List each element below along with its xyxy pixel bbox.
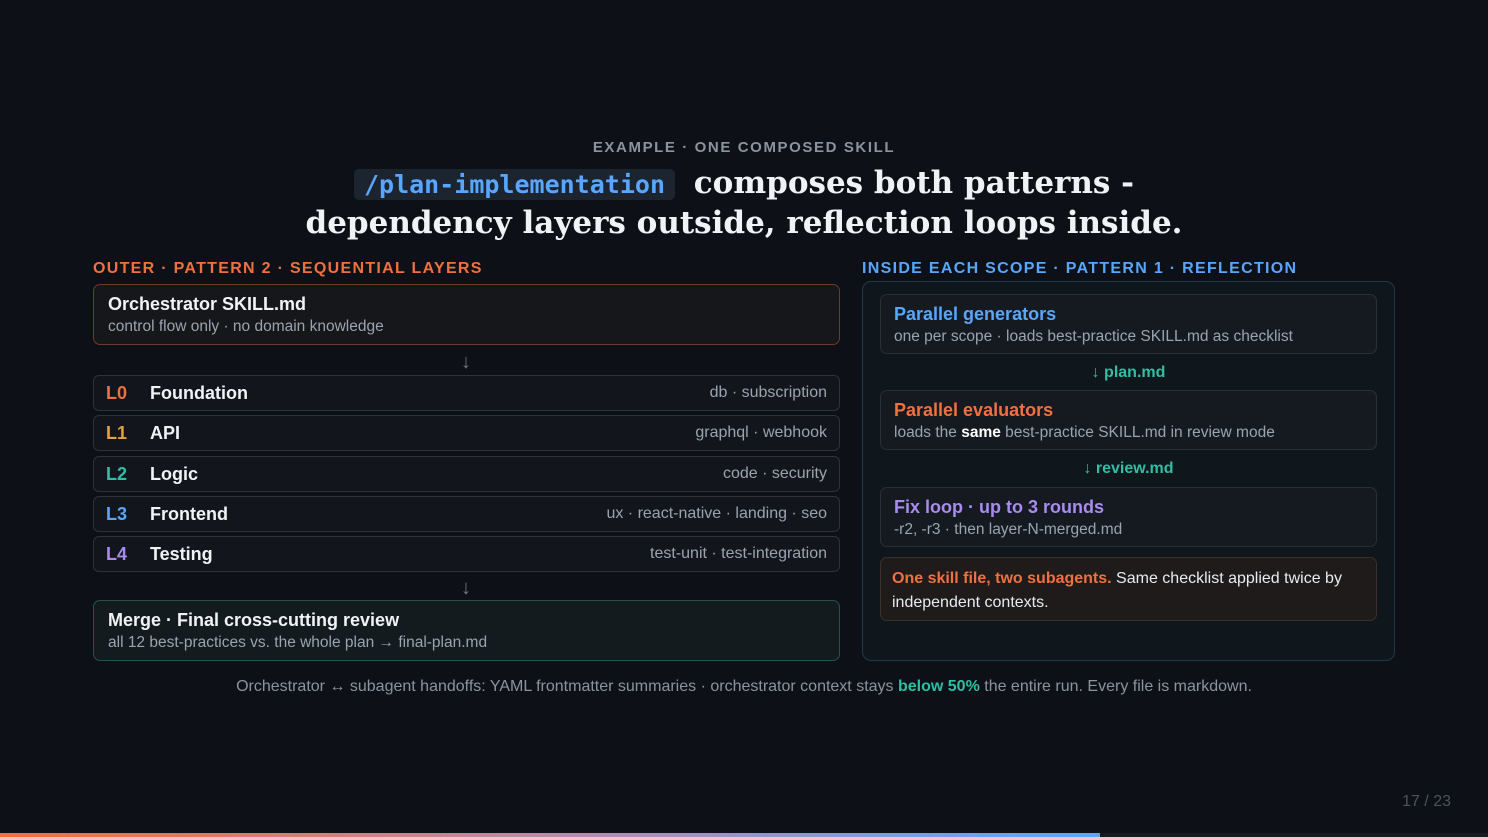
layer-code: L0 xyxy=(106,382,128,403)
headline-line-1: /plan-implementation composes both patte… xyxy=(0,164,1488,204)
callout-highlight: One skill file, two subagents. xyxy=(892,570,1112,587)
headline-line-2: dependency layers outside, reflection lo… xyxy=(305,205,1183,241)
right-section-label: INSIDE EACH SCOPE · PATTERN 1 · REFLECTI… xyxy=(862,260,1298,277)
footer-highlight: below 50% xyxy=(897,678,980,695)
layer-name: Foundation xyxy=(150,382,248,403)
down-arrow-icon: ↓ xyxy=(461,351,471,373)
evaluators-subtitle-post: best-practice SKILL.md in review mode xyxy=(1000,424,1275,441)
footer-text-pre: Orchestrator ↔ subagent handoffs: YAML f… xyxy=(236,678,898,695)
layer-tags: code · security xyxy=(722,465,827,482)
progress-bar-fill xyxy=(0,833,1100,837)
left-section-label: OUTER · PATTERN 2 · SEQUENTIAL LAYERS xyxy=(93,260,483,277)
footer-text-post: the entire run. Every file is markdown. xyxy=(979,678,1252,695)
layer-tags: test-unit · test-integration xyxy=(650,545,827,562)
merge-card: Merge · Final cross-cutting review all 1… xyxy=(93,600,840,661)
merge-subtitle: all 12 best-practices vs. the whole plan… xyxy=(108,634,488,651)
fix-loop-subtitle: -r2, -r3 · then layer-N-merged.md xyxy=(894,521,1123,538)
evaluators-title: Parallel evaluators xyxy=(894,400,1054,420)
generators-subtitle: one per scope · loads best-practice SKIL… xyxy=(894,328,1293,345)
layer-name: Testing xyxy=(150,543,213,564)
orchestrator-title: Orchestrator SKILL.md xyxy=(108,294,307,314)
slide-headline: /plan-implementation composes both patte… xyxy=(0,164,1488,242)
fix-loop-card: Fix loop · up to 3 rounds -r2, -r3 · the… xyxy=(880,487,1377,547)
layer-row-l1: L1 API graphql · webhook xyxy=(93,415,840,451)
plan-md-flow-label: ↓ plan.md xyxy=(1091,364,1166,381)
layer-code: L1 xyxy=(106,422,128,443)
slide-eyebrow: EXAMPLE · ONE COMPOSED SKILL xyxy=(592,139,896,156)
layer-name: Logic xyxy=(150,463,198,484)
layer-row-l3: L3 Frontend ux · react-native · landing … xyxy=(93,496,840,532)
layer-row-l0: L0 Foundation db · subscription xyxy=(93,375,840,411)
down-arrow-icon: ↓ xyxy=(461,577,471,599)
layer-code: L3 xyxy=(106,503,128,524)
evaluators-subtitle-emphasis: same xyxy=(961,424,1001,441)
evaluators-card: Parallel evaluators loads the same best-… xyxy=(880,390,1377,450)
layer-tags: graphql · webhook xyxy=(695,424,827,441)
layer-code: L2 xyxy=(106,463,128,484)
orchestrator-subtitle: control flow only · no domain knowledge xyxy=(108,318,384,335)
footer-note: Orchestrator ↔ subagent handoffs: YAML f… xyxy=(0,678,1488,696)
layer-row-l2: L2 Logic code · security xyxy=(93,456,840,492)
headline-line-1-text: composes both patterns - xyxy=(683,165,1135,201)
command-code: /plan-implementation xyxy=(353,169,675,200)
fix-loop-title: Fix loop · up to 3 rounds xyxy=(894,497,1104,517)
review-md-flow-label: ↓ review.md xyxy=(1083,460,1174,477)
orchestrator-card: Orchestrator SKILL.md control flow only … xyxy=(93,284,840,345)
evaluators-subtitle: loads the same best-practice SKILL.md in… xyxy=(894,424,1363,442)
merge-title: Merge · Final cross-cutting review xyxy=(108,610,400,630)
generators-title: Parallel generators xyxy=(894,304,1057,324)
layer-tags: db · subscription xyxy=(709,384,827,401)
evaluators-subtitle-pre: loads the xyxy=(894,424,962,441)
page-number: 17 / 23 xyxy=(1402,793,1451,810)
layer-row-l4: L4 Testing test-unit · test-integration xyxy=(93,536,840,572)
layer-code: L4 xyxy=(106,543,128,564)
layer-tags: ux · react-native · landing · seo xyxy=(606,505,827,522)
generators-card: Parallel generators one per scope · load… xyxy=(880,294,1377,354)
layer-name: Frontend xyxy=(150,503,228,524)
layer-name: API xyxy=(150,422,181,443)
skill-callout: One skill file, two subagents. Same chec… xyxy=(880,557,1377,621)
